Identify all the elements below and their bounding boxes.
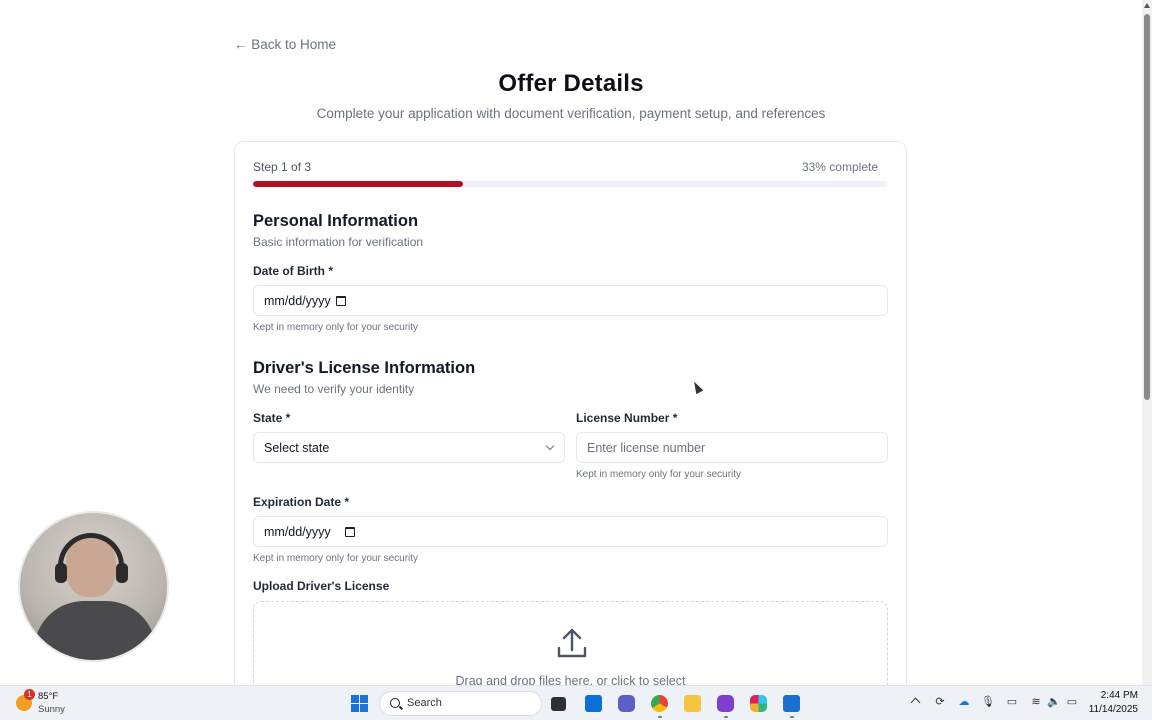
clock-time[interactable]: 2:44 PM — [1101, 690, 1138, 701]
state-select-value: Select state — [264, 440, 330, 455]
chrome-app-icon[interactable] — [651, 695, 668, 712]
webcam-overlay — [18, 511, 169, 662]
expiration-date-value: mm/dd/yyyy — [264, 524, 331, 539]
dob-label: Date of Birth * — [253, 264, 334, 278]
page-title: Offer Details — [498, 70, 644, 97]
expiration-date-input[interactable]: mm/dd/yyyy — [253, 516, 888, 547]
dob-input[interactable]: mm/dd/yyyy — [253, 285, 888, 316]
license-number-hint: Kept in memory only for your security — [576, 469, 742, 480]
microphone-icon[interactable]: 🎙 — [981, 695, 995, 709]
onedrive-cloud-icon[interactable]: ☁ — [957, 695, 971, 709]
license-info-subtitle: We need to verify your identity — [253, 382, 415, 396]
scrollbar-thumb[interactable] — [1144, 14, 1150, 400]
page-scrollbar[interactable] — [1142, 0, 1152, 685]
step-label: Step 1 of 3 — [253, 160, 312, 174]
store-app-icon[interactable] — [585, 695, 602, 712]
dropzone-text: Drag and drop files here, or click to se… — [455, 674, 686, 685]
video-app-icon[interactable] — [717, 695, 734, 712]
browser-page: ← Back to Home Offer Details Complete yo… — [0, 0, 1142, 685]
headset-icon — [58, 533, 124, 573]
progress-fill — [253, 181, 463, 187]
upload-license-label: Upload Driver's License — [253, 579, 390, 593]
chevron-down-icon — [545, 441, 555, 451]
slack-app-icon[interactable] — [750, 695, 767, 712]
folder-app-icon[interactable] — [684, 695, 701, 712]
taskbar-search[interactable]: Search — [379, 691, 542, 716]
clock-date[interactable]: 11/14/2025 — [1089, 704, 1138, 715]
back-to-home-link[interactable]: ← Back to Home — [234, 37, 336, 52]
wifi-icon[interactable]: ≋ — [1029, 695, 1043, 709]
show-hidden-icons-chevron-icon[interactable] — [910, 697, 921, 708]
battery-icon[interactable]: ▭ — [1065, 695, 1079, 709]
headset-ear-left — [55, 563, 67, 583]
outlook-running-indicator — [790, 716, 794, 718]
chrome-running-indicator — [658, 716, 662, 718]
scroll-up-arrow-icon[interactable] — [1144, 3, 1150, 8]
calendar-icon[interactable] — [335, 295, 346, 306]
upload-icon — [557, 628, 587, 658]
weather-temperature: 85°F — [38, 691, 59, 702]
personal-info-subtitle: Basic information for verification — [253, 235, 424, 249]
state-label: State * — [253, 411, 291, 425]
display-icon[interactable]: ▭ — [1005, 695, 1019, 709]
sync-icon[interactable]: ⟳ — [933, 695, 947, 709]
expiration-date-label: Expiration Date * — [253, 495, 350, 509]
outlook-app-icon[interactable] — [783, 695, 800, 712]
personal-info-title: Personal Information — [253, 212, 419, 230]
license-number-label: License Number * — [576, 411, 678, 425]
calendar-icon[interactable] — [344, 526, 355, 537]
weather-condition: Sunny — [38, 704, 65, 715]
dob-value: mm/dd/yyyy — [264, 293, 331, 308]
state-select[interactable]: Select state — [253, 432, 565, 463]
video-running-indicator — [724, 716, 728, 718]
weather-notification-badge: 1 — [24, 689, 35, 700]
license-info-title: Driver's License Information — [253, 359, 476, 377]
taskbar-search-label: Search — [407, 697, 442, 709]
page-subtitle: Complete your application with document … — [316, 106, 826, 121]
progress-bar — [253, 181, 888, 187]
volume-icon[interactable]: 🔈 — [1047, 695, 1061, 709]
dob-hint: Kept in memory only for your security — [253, 322, 419, 333]
search-icon — [390, 698, 400, 708]
webcam-person-body — [34, 601, 156, 660]
task-view-icon[interactable] — [551, 697, 566, 711]
license-number-placeholder: Enter license number — [587, 440, 706, 455]
windows-taskbar: 1 85°F Sunny Search ⟳ ☁ 🎙 ▭ ≋ 🔈 ▭ 2:44 P… — [0, 685, 1152, 720]
license-number-input[interactable]: Enter license number — [576, 432, 888, 463]
expiration-date-hint: Kept in memory only for your security — [253, 553, 419, 564]
teams-app-icon[interactable] — [618, 695, 635, 712]
progress-percent: 33% complete — [801, 160, 878, 174]
headset-ear-right — [116, 563, 128, 583]
windows-start-icon[interactable] — [351, 695, 368, 712]
license-upload-dropzone[interactable]: Drag and drop files here, or click to se… — [253, 601, 888, 685]
